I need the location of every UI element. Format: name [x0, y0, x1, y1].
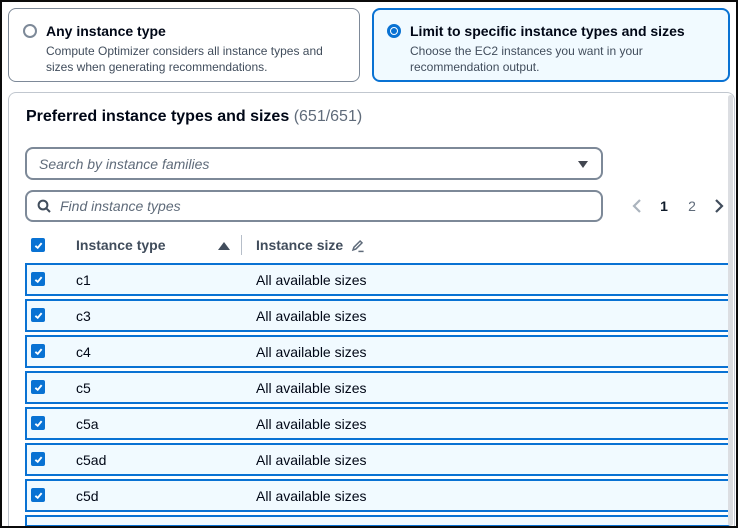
- next-page-button[interactable]: [710, 196, 728, 216]
- previous-page-button[interactable]: [628, 196, 646, 216]
- check-icon: [33, 274, 44, 285]
- row-checkbox[interactable]: [31, 272, 45, 286]
- tile-text: Limit to specific instance types and siz…: [410, 21, 716, 75]
- tile-text: Any instance type Compute Optimizer cons…: [46, 21, 347, 75]
- instance-types-table: Instance type Instance size c1 All avail…: [25, 229, 731, 527]
- row-checkbox[interactable]: [31, 344, 45, 358]
- row-instance-size: All available sizes: [256, 452, 367, 468]
- tile-description: Choose the EC2 instances you want in you…: [410, 43, 716, 75]
- row-checkbox[interactable]: [31, 452, 45, 466]
- pagination: 1 2: [628, 190, 728, 222]
- instance-family-select[interactable]: [25, 147, 603, 180]
- chevron-left-icon: [632, 198, 642, 214]
- column-header-instance-size-wrap[interactable]: Instance size: [256, 237, 365, 253]
- search-icon: [36, 198, 52, 219]
- row-instance-size: All available sizes: [256, 488, 367, 504]
- chevron-right-icon: [714, 198, 724, 214]
- tile-title: Limit to specific instance types and siz…: [410, 21, 716, 41]
- row-instance-size: All available sizes: [256, 416, 367, 432]
- tile-limit-specific-types[interactable]: Limit to specific instance types and siz…: [372, 8, 730, 82]
- row-instance-type: c5: [76, 380, 91, 396]
- page-button-2[interactable]: 2: [682, 196, 702, 216]
- panel-scrollbar[interactable]: [728, 95, 733, 526]
- row-instance-size: All available sizes: [256, 272, 367, 288]
- check-icon: [33, 310, 44, 321]
- check-icon: [33, 490, 44, 501]
- radio-unchecked-icon[interactable]: [23, 24, 37, 38]
- instance-type-mode-tiles: Any instance type Compute Optimizer cons…: [8, 8, 730, 82]
- check-icon: [33, 454, 44, 465]
- table-row[interactable]: c5a All available sizes: [25, 407, 731, 440]
- row-checkbox[interactable]: [31, 308, 45, 322]
- check-icon: [33, 346, 44, 357]
- panel-title: Preferred instance types and sizes (651/…: [26, 106, 362, 128]
- check-icon: [33, 418, 44, 429]
- tile-title: Any instance type: [46, 21, 347, 41]
- chevron-down-icon: [578, 161, 588, 168]
- select-all-checkbox[interactable]: [31, 238, 45, 252]
- check-icon: [33, 240, 44, 251]
- table-row-partial: [25, 515, 731, 527]
- column-header-instance-size: Instance size: [256, 237, 343, 253]
- preferred-instances-panel: Preferred instance types and sizes (651/…: [8, 92, 735, 526]
- panel-title-count: (651/651): [294, 108, 363, 125]
- row-instance-size: All available sizes: [256, 308, 367, 324]
- instance-search: [25, 190, 603, 222]
- row-instance-type: c5ad: [76, 452, 106, 468]
- row-instance-type: c1: [76, 272, 91, 288]
- row-instance-type: c5d: [76, 488, 99, 504]
- column-divider: [241, 235, 242, 255]
- row-instance-size: All available sizes: [256, 344, 367, 360]
- instance-family-select-input[interactable]: [27, 149, 601, 178]
- search-input[interactable]: [27, 192, 601, 220]
- table-row[interactable]: c5ad All available sizes: [25, 443, 731, 476]
- column-header-instance-type[interactable]: Instance type: [76, 237, 165, 253]
- row-checkbox[interactable]: [31, 416, 45, 430]
- row-instance-type: c4: [76, 344, 91, 360]
- table-row[interactable]: c5 All available sizes: [25, 371, 731, 404]
- tile-description: Compute Optimizer considers all instance…: [46, 43, 347, 75]
- radio-checked-icon[interactable]: [387, 24, 401, 38]
- table-header: Instance type Instance size: [25, 229, 731, 261]
- check-icon: [33, 382, 44, 393]
- tile-any-instance-type[interactable]: Any instance type Compute Optimizer cons…: [8, 8, 360, 82]
- table-row[interactable]: c1 All available sizes: [25, 263, 731, 296]
- table-row[interactable]: c4 All available sizes: [25, 335, 731, 368]
- row-instance-type: c5a: [76, 416, 99, 432]
- table-body: c1 All available sizes c3 All available …: [25, 263, 731, 512]
- row-checkbox[interactable]: [31, 380, 45, 394]
- table-row[interactable]: c5d All available sizes: [25, 479, 731, 512]
- table-row[interactable]: c3 All available sizes: [25, 299, 731, 332]
- page-button-1[interactable]: 1: [654, 196, 674, 216]
- row-checkbox[interactable]: [31, 488, 45, 502]
- row-instance-size: All available sizes: [256, 380, 367, 396]
- sort-ascending-icon[interactable]: [218, 242, 230, 250]
- panel-title-text: Preferred instance types and sizes: [26, 108, 289, 125]
- edit-pencil-icon[interactable]: [350, 238, 365, 253]
- row-instance-type: c3: [76, 308, 91, 324]
